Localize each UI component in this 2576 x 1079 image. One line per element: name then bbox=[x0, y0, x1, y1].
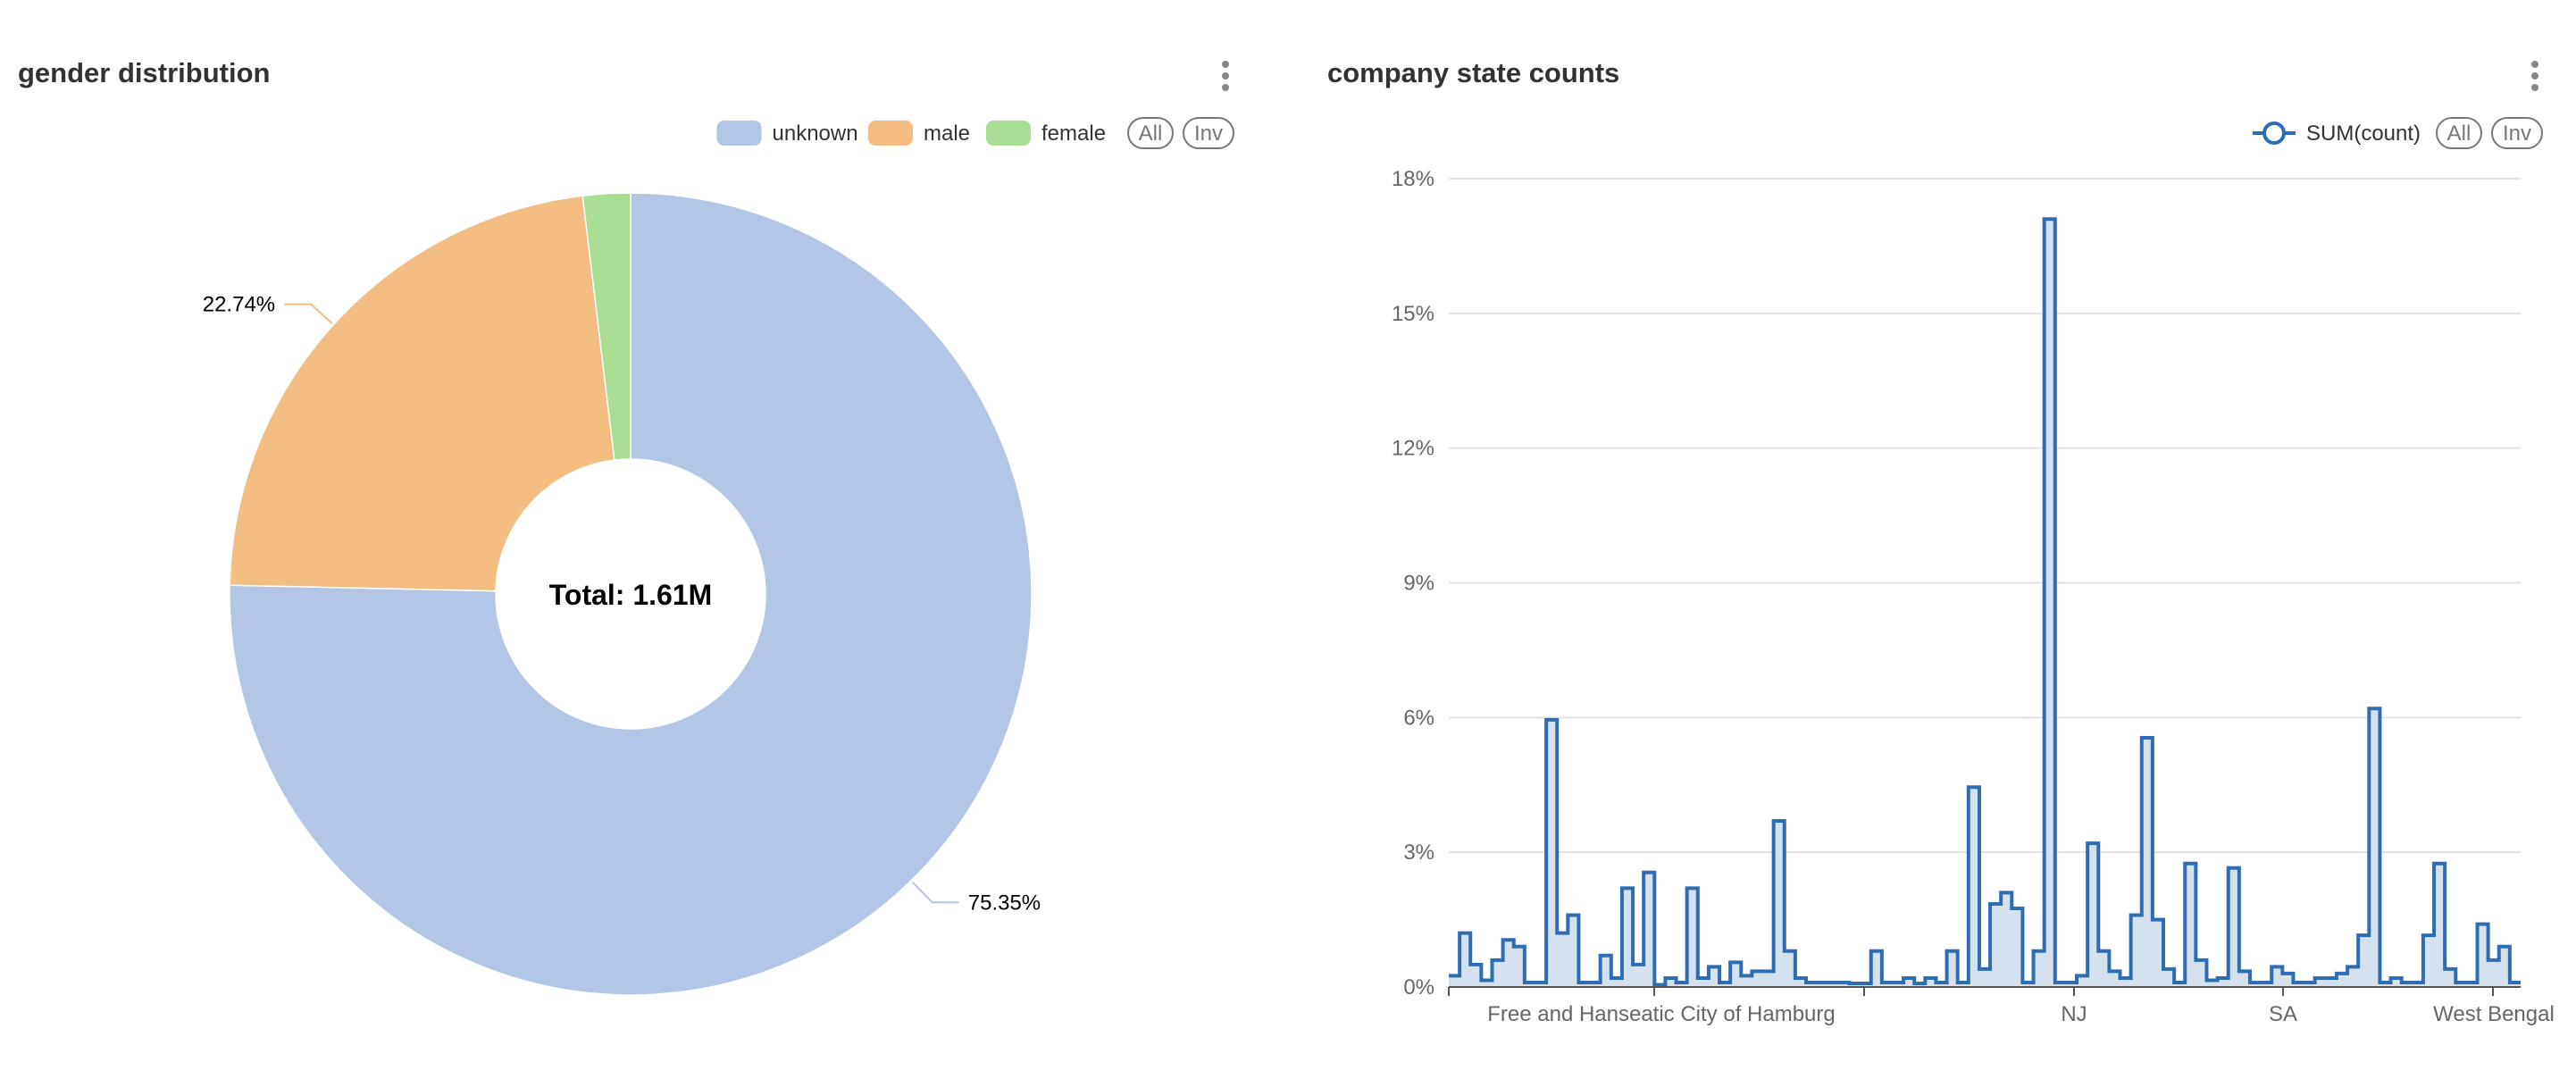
legend-invert-label: Inv bbox=[1194, 121, 1223, 146]
pie-label-line bbox=[911, 881, 959, 904]
area-chart: Inv All SUM(count) 0% 3% 6% 9% 12% 15% 18% Free an… bbox=[1392, 117, 2555, 1026]
y-tick-label: 12% bbox=[1392, 437, 1434, 461]
legend-all-label: All bbox=[1139, 121, 1163, 146]
legend-item-female[interactable]: female bbox=[986, 121, 1106, 146]
legend-all-label: All bbox=[2447, 121, 2471, 146]
legend-label: female bbox=[1041, 121, 1106, 146]
legend-swatch bbox=[716, 121, 762, 146]
legend-label: male bbox=[924, 121, 970, 146]
legend-item-male[interactable]: male bbox=[868, 121, 970, 146]
x-tick-label: West Bengal bbox=[2433, 1002, 2555, 1026]
series-line[interactable] bbox=[1449, 217, 2521, 987]
x-tick-label: Free and Hanseatic City of Hamburg bbox=[1487, 1002, 1836, 1026]
pie-data-label: 22.74% bbox=[203, 293, 275, 317]
y-tick-label: 9% bbox=[1403, 572, 1434, 596]
legend-item-unknown[interactable]: unknown bbox=[716, 121, 858, 146]
pie-slice-male[interactable] bbox=[229, 195, 615, 592]
legend-swatch bbox=[986, 121, 1031, 146]
y-tick-label: 3% bbox=[1403, 841, 1434, 865]
y-tick-label: 18% bbox=[1392, 167, 1434, 191]
x-tick-label: SA bbox=[2269, 1002, 2297, 1026]
y-tick-label: 0% bbox=[1403, 975, 1434, 1000]
legend-invert-label: Inv bbox=[2503, 121, 2531, 146]
legend-item-sum-count[interactable]: SUM(count) bbox=[2253, 121, 2421, 146]
pie-data-label: 75.35% bbox=[968, 891, 1041, 915]
x-tick-label: NJ bbox=[2061, 1002, 2087, 1026]
legend-swatch bbox=[868, 121, 913, 146]
legend-label: unknown bbox=[773, 121, 858, 146]
company-state-counts-panel: company state counts Inv All SUM(count) 0% 3… bbox=[1313, 0, 2576, 1079]
y-tick-label: 15% bbox=[1392, 302, 1434, 326]
legend-marker-icon bbox=[2262, 121, 2286, 145]
area-fill bbox=[1449, 219, 2521, 987]
legend-label: SUM(count) bbox=[2306, 121, 2421, 146]
pie-center-total: Total: 1.61M bbox=[549, 579, 713, 611]
pie-label-line bbox=[284, 303, 333, 324]
gender-distribution-panel: gender distribution Inv All female male unkn… bbox=[0, 0, 1268, 1079]
y-tick-label: 6% bbox=[1403, 706, 1434, 730]
pie-chart: Inv All female male unknown 75.35% 22.74% Total… bbox=[203, 117, 1234, 996]
